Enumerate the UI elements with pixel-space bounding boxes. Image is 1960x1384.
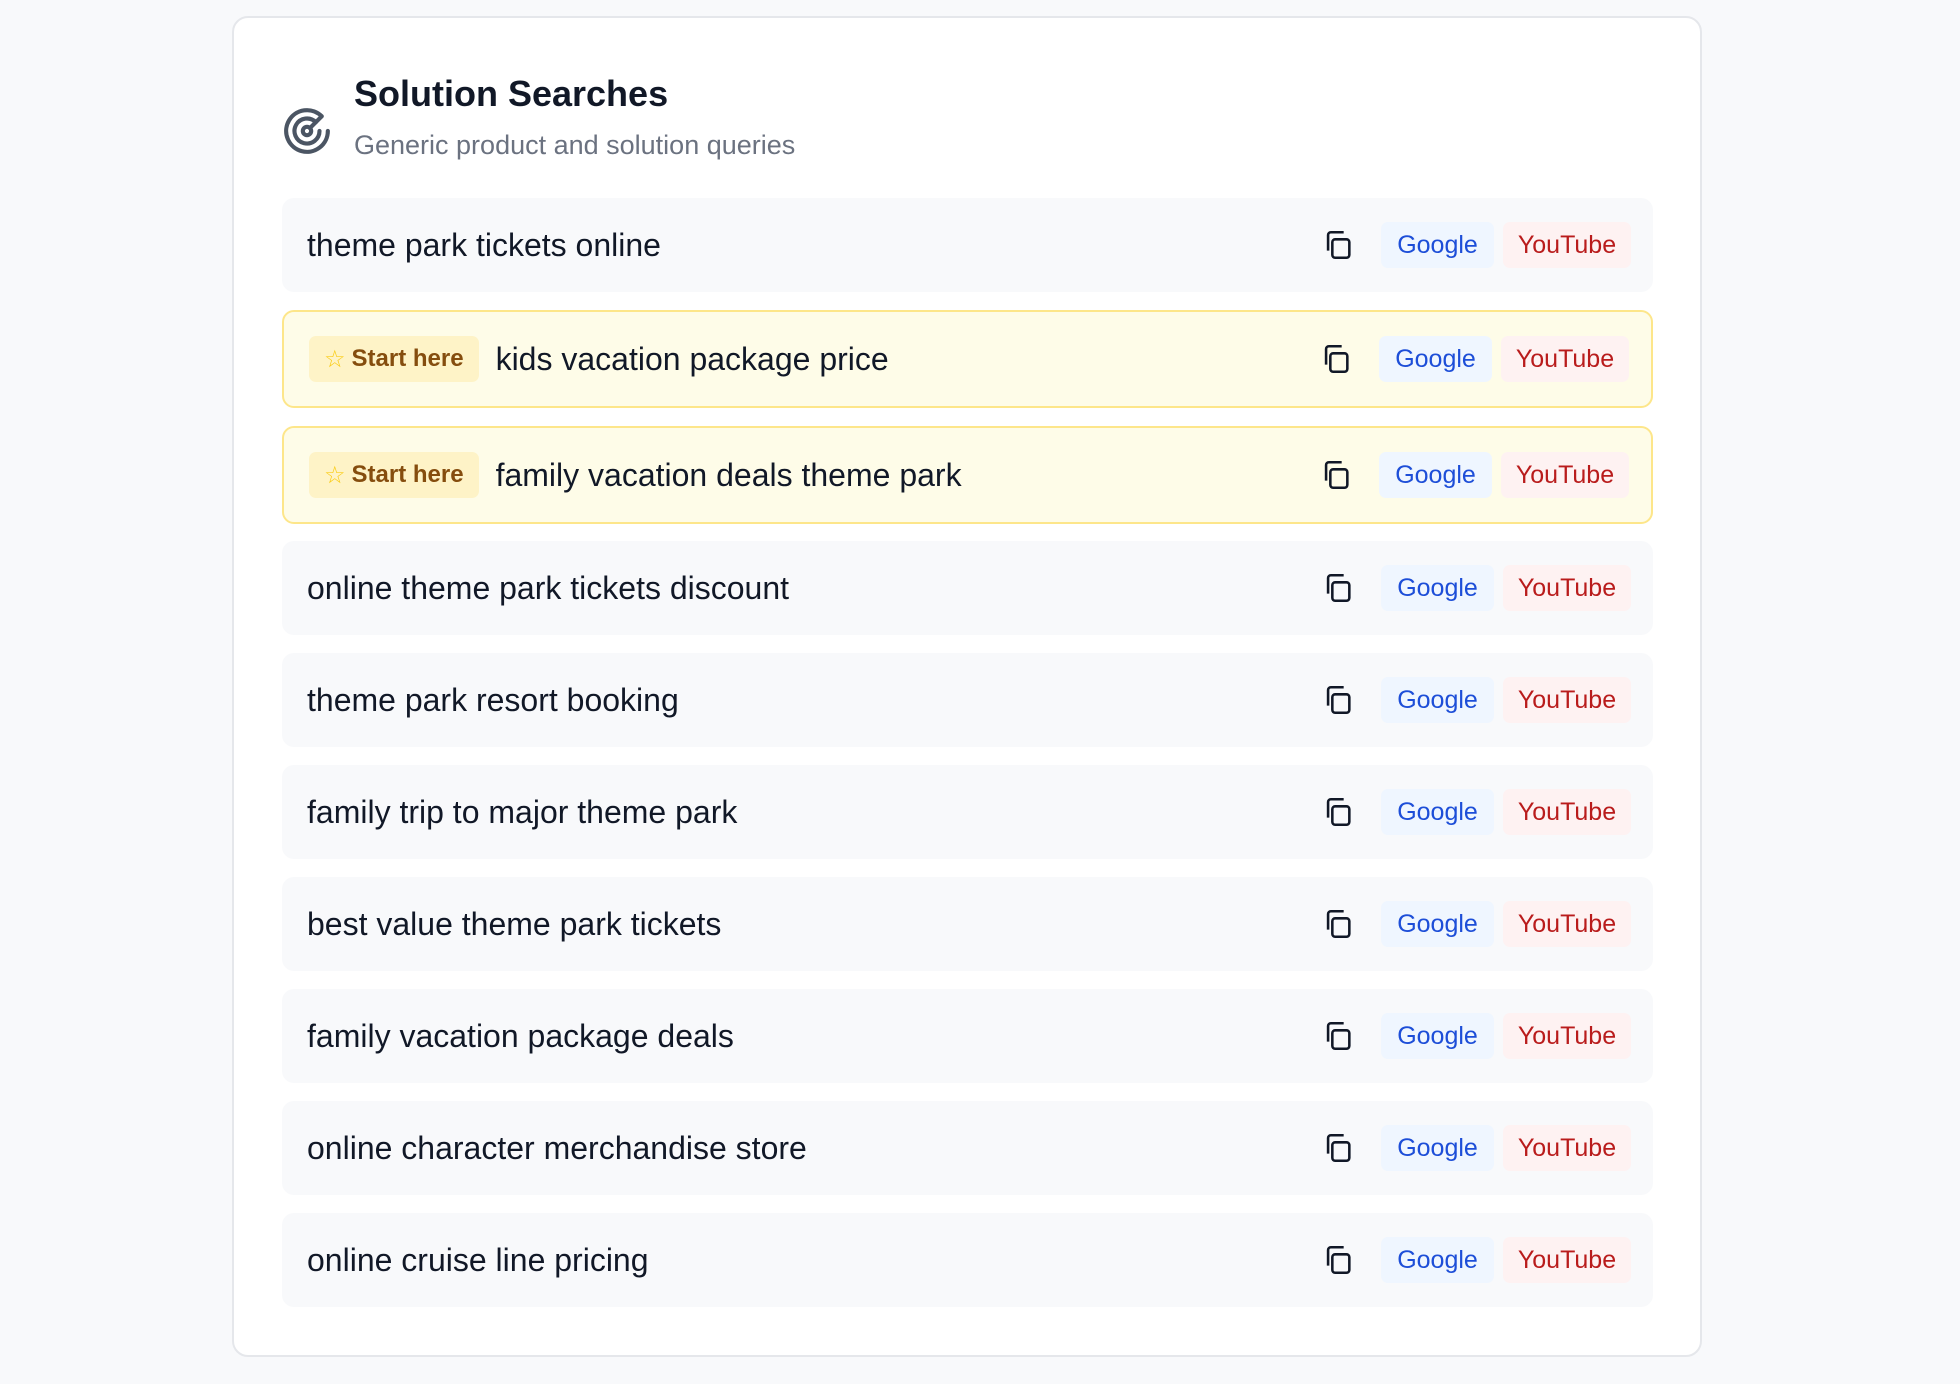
youtube-search-button[interactable]: YouTube <box>1501 336 1629 382</box>
google-search-button[interactable]: Google <box>1379 336 1492 382</box>
query-text: theme park tickets online <box>307 227 1318 264</box>
google-search-button[interactable]: Google <box>1381 789 1494 835</box>
query-text: family vacation deals theme park <box>496 457 1316 494</box>
google-search-button[interactable]: Google <box>1381 901 1494 947</box>
copy-icon[interactable] <box>1318 225 1358 265</box>
query-row: best value theme park tickets GoogleYouTu… <box>282 877 1653 971</box>
youtube-search-button[interactable]: YouTube <box>1503 565 1631 611</box>
section-subtitle: Generic product and solution queries <box>354 128 795 162</box>
query-row: theme park tickets online GoogleYouTube <box>282 198 1653 292</box>
google-search-button[interactable]: Google <box>1381 565 1494 611</box>
youtube-search-button[interactable]: YouTube <box>1503 1125 1631 1171</box>
query-row: online cruise line pricing GoogleYouTube <box>282 1213 1653 1307</box>
copy-icon[interactable] <box>1318 568 1358 608</box>
google-search-button[interactable]: Google <box>1381 677 1494 723</box>
google-search-button[interactable]: Google <box>1381 1013 1494 1059</box>
youtube-search-button[interactable]: YouTube <box>1503 677 1631 723</box>
star-icon: ☆ <box>324 345 346 374</box>
query-text: kids vacation package price <box>496 341 1316 378</box>
copy-icon[interactable] <box>1318 792 1358 832</box>
query-row: ☆Start here kids vacation package price Go… <box>282 310 1653 408</box>
query-text: online character merchandise store <box>307 1130 1318 1167</box>
copy-icon[interactable] <box>1318 1128 1358 1168</box>
copy-icon[interactable] <box>1318 904 1358 944</box>
copy-icon[interactable] <box>1318 1016 1358 1056</box>
google-search-button[interactable]: Google <box>1381 1237 1494 1283</box>
radar-icon <box>282 106 332 156</box>
star-icon: ☆ <box>324 461 346 490</box>
query-text: family trip to major theme park <box>307 794 1318 831</box>
youtube-search-button[interactable]: YouTube <box>1503 789 1631 835</box>
section-title: Solution Searches <box>354 72 795 116</box>
copy-icon[interactable] <box>1318 1240 1358 1280</box>
copy-icon[interactable] <box>1316 455 1356 495</box>
query-row: online theme park tickets discount Google… <box>282 541 1653 635</box>
section-header: Solution Searches Generic product and so… <box>282 72 795 162</box>
query-row: family trip to major theme park GoogleYou… <box>282 765 1653 859</box>
google-search-button[interactable]: Google <box>1381 222 1494 268</box>
query-text: online cruise line pricing <box>307 1242 1318 1279</box>
query-text: online theme park tickets discount <box>307 570 1318 607</box>
youtube-search-button[interactable]: YouTube <box>1503 901 1631 947</box>
google-search-button[interactable]: Google <box>1381 1125 1494 1171</box>
query-row: online character merchandise store Google… <box>282 1101 1653 1195</box>
query-text: family vacation package deals <box>307 1018 1318 1055</box>
header-text: Solution Searches Generic product and so… <box>354 72 795 162</box>
start-here-label: Start here <box>352 461 464 489</box>
youtube-search-button[interactable]: YouTube <box>1503 1237 1631 1283</box>
google-search-button[interactable]: Google <box>1379 452 1492 498</box>
query-row: theme park resort booking GoogleYouTube <box>282 653 1653 747</box>
query-text: best value theme park tickets <box>307 906 1318 943</box>
start-here-badge: ☆Start here <box>309 336 479 382</box>
copy-icon[interactable] <box>1316 339 1356 379</box>
youtube-search-button[interactable]: YouTube <box>1503 1013 1631 1059</box>
start-here-badge: ☆Start here <box>309 452 479 498</box>
youtube-search-button[interactable]: YouTube <box>1501 452 1629 498</box>
copy-icon[interactable] <box>1318 680 1358 720</box>
query-text: theme park resort booking <box>307 682 1318 719</box>
youtube-search-button[interactable]: YouTube <box>1503 222 1631 268</box>
solution-searches-card: Solution Searches Generic product and so… <box>232 16 1702 1357</box>
query-row: ☆Start here family vacation deals theme p… <box>282 426 1653 524</box>
start-here-label: Start here <box>352 345 464 373</box>
query-row: family vacation package deals GoogleYouTu… <box>282 989 1653 1083</box>
